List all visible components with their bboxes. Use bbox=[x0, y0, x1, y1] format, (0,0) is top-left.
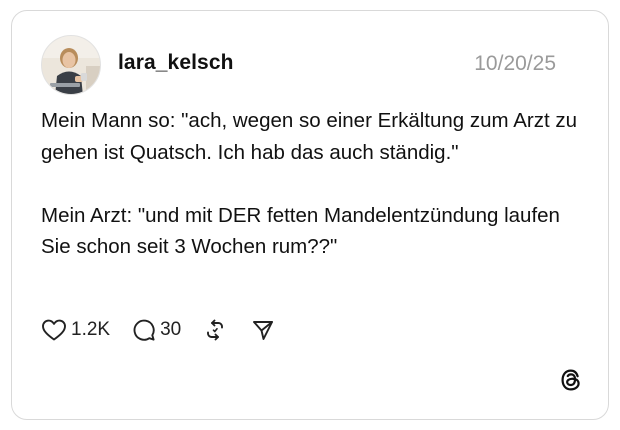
repost-button[interactable] bbox=[203, 318, 227, 342]
username[interactable]: lara_kelsch bbox=[118, 51, 234, 75]
avatar-photo bbox=[42, 36, 100, 94]
post-paragraph: Mein Mann so: "ach, wegen so einer Erkäl… bbox=[41, 109, 577, 164]
avatar[interactable] bbox=[41, 35, 101, 95]
send-icon bbox=[251, 318, 275, 342]
repost-icon bbox=[203, 318, 227, 342]
action-bar: 1.2K 30 bbox=[41, 316, 275, 344]
share-button[interactable] bbox=[251, 318, 275, 342]
reply-button[interactable]: 30 bbox=[132, 318, 181, 342]
reply-count: 30 bbox=[160, 319, 182, 340]
comment-icon bbox=[132, 318, 156, 342]
post-date: 10/20/25 bbox=[474, 52, 556, 75]
like-count: 1.2K bbox=[71, 319, 111, 340]
like-button[interactable]: 1.2K bbox=[41, 318, 110, 342]
post-body: Mein Mann so: "ach, wegen so einer Erkäl… bbox=[41, 105, 581, 263]
threads-logo-icon[interactable] bbox=[558, 367, 584, 393]
post-card: lara_kelsch 10/20/25 Mein Mann so: "ach,… bbox=[11, 10, 609, 420]
heart-icon bbox=[41, 318, 67, 342]
post-paragraph: Mein Arzt: "und mit DER fetten Mandelent… bbox=[41, 203, 560, 259]
